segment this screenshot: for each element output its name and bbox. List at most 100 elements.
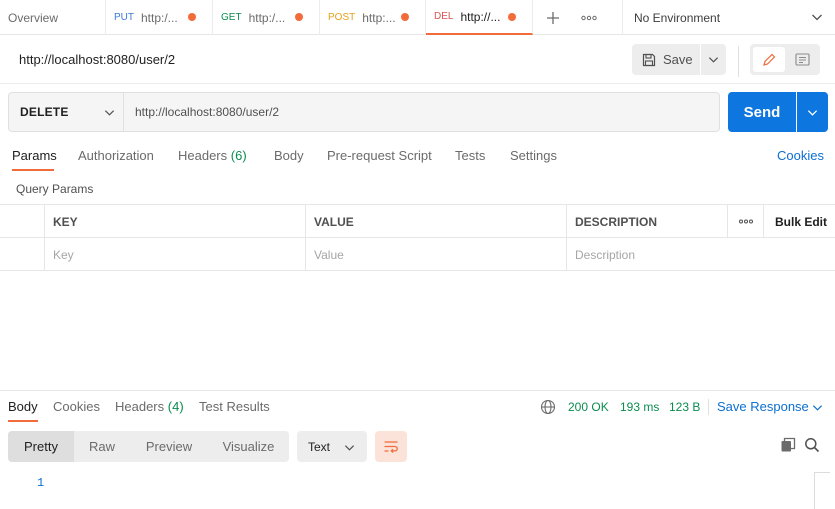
response-tab-test-results[interactable]: Test Results	[199, 399, 270, 414]
tab-post-request[interactable]: POST http:...	[320, 0, 426, 35]
tab-delete-request[interactable]: DEL http://...	[426, 0, 533, 35]
edit-mode-button[interactable]	[753, 47, 785, 72]
copy-icon[interactable]	[780, 437, 796, 453]
divider	[738, 46, 739, 77]
description-column-header: DESCRIPTION	[567, 205, 728, 238]
unsaved-dot-icon	[401, 13, 409, 21]
key-column-header: KEY	[45, 205, 306, 238]
tab-headers-label: Headers	[178, 148, 228, 163]
tab-method-del: DEL	[434, 11, 454, 22]
checkbox-column-header	[0, 205, 45, 238]
save-label: Save	[663, 52, 693, 67]
save-options-button[interactable]	[701, 44, 726, 75]
environment-select[interactable]: No Environment	[622, 0, 835, 35]
headers-count-badge: (6)	[230, 148, 247, 163]
cookies-link[interactable]: Cookies	[777, 148, 824, 163]
format-preview[interactable]: Preview	[130, 431, 208, 462]
save-button[interactable]: Save	[632, 44, 700, 75]
line-number: 1	[37, 476, 45, 490]
search-icon[interactable]	[804, 437, 820, 453]
row-checkbox-cell	[0, 238, 45, 271]
plus-icon	[547, 11, 559, 24]
tab-tests[interactable]: Tests	[455, 148, 485, 163]
response-headers-count: (4)	[167, 399, 184, 414]
new-tab-button[interactable]	[540, 0, 566, 35]
tab-method-put: PUT	[114, 12, 134, 23]
tab-bar: Overview PUT http:/... GET http:/... POS…	[0, 0, 835, 35]
key-input[interactable]: Key	[45, 238, 306, 271]
scrollbar[interactable]	[814, 472, 830, 509]
tab-url: http:...	[362, 10, 396, 25]
unsaved-dot-icon	[188, 13, 196, 21]
chevron-down-icon	[104, 110, 115, 116]
description-input[interactable]: Description	[567, 238, 835, 271]
request-title-bar: http://localhost:8080/user/2 Save	[0, 36, 835, 84]
response-type-select[interactable]: Text	[297, 431, 367, 462]
active-tab-indicator	[12, 169, 54, 171]
document-icon	[794, 53, 810, 66]
tab-put-request[interactable]: PUT http:/...	[106, 0, 213, 35]
format-visualize[interactable]: Visualize	[208, 431, 289, 462]
request-tabs: Params Authorization Headers (6) Body Pr…	[0, 140, 835, 172]
response-tab-headers[interactable]: Headers (4)	[115, 399, 184, 414]
save-response-button[interactable]: Save Response	[717, 399, 809, 414]
environment-label: No Environment	[634, 10, 721, 25]
bulk-edit-button[interactable]: Bulk Edit	[764, 205, 835, 238]
send-options-button[interactable]	[797, 92, 828, 132]
tab-url: http:/...	[248, 10, 286, 25]
globe-icon[interactable]	[540, 399, 556, 415]
tab-settings[interactable]: Settings	[510, 148, 557, 163]
response-time[interactable]: 193 ms	[620, 400, 659, 414]
chevron-down-icon[interactable]	[812, 402, 823, 413]
response-headers-label: Headers	[115, 399, 165, 414]
unsaved-dot-icon	[295, 13, 303, 21]
divider	[708, 399, 709, 415]
documentation-mode-button[interactable]	[786, 47, 818, 72]
tab-url: http://...	[460, 9, 501, 24]
send-label: Send	[743, 103, 781, 121]
tab-body[interactable]: Body	[274, 148, 304, 163]
table-row: Key Value Description	[0, 238, 835, 271]
status-code[interactable]: 200 OK	[568, 400, 609, 414]
tab-overview-label: Overview	[8, 10, 59, 25]
response-tab-cookies[interactable]: Cookies	[53, 399, 100, 414]
response-type-label: Text	[308, 439, 331, 454]
response-size[interactable]: 123 B	[669, 400, 700, 414]
value-input[interactable]: Value	[306, 238, 567, 271]
response-format-tabs: Pretty Raw Preview Visualize	[8, 431, 289, 462]
query-params-table: KEY VALUE DESCRIPTION Bulk Edit Key Valu…	[0, 204, 835, 271]
response-divider[interactable]	[0, 390, 835, 391]
more-dots-icon	[581, 15, 597, 20]
tab-overview[interactable]: Overview	[0, 0, 106, 35]
active-tab-indicator	[8, 420, 38, 422]
format-raw[interactable]: Raw	[74, 431, 130, 462]
response-tab-body[interactable]: Body	[8, 399, 38, 414]
request-name[interactable]: http://localhost:8080/user/2	[19, 52, 175, 67]
more-tabs-button[interactable]	[576, 0, 602, 35]
http-method-label: DELETE	[20, 105, 69, 119]
send-button[interactable]: Send	[728, 92, 796, 132]
tab-pre-request-script[interactable]: Pre-request Script	[327, 148, 432, 163]
chevron-down-icon	[812, 14, 822, 21]
tab-headers[interactable]: Headers (6)	[178, 148, 247, 163]
tab-authorization[interactable]: Authorization	[78, 148, 154, 163]
tab-url: http:/...	[141, 10, 178, 25]
wrap-lines-icon	[384, 440, 398, 453]
column-options-button[interactable]	[728, 205, 764, 238]
tab-method-post: POST	[328, 12, 356, 23]
tab-method-get: GET	[221, 12, 242, 23]
save-icon	[642, 53, 656, 66]
response-tabs: Body Cookies Headers (4) Test Results 20…	[0, 392, 835, 422]
http-method-select[interactable]: DELETE	[9, 93, 124, 131]
more-dots-icon	[738, 219, 753, 224]
pencil-icon	[763, 53, 776, 66]
query-params-title: Query Params	[16, 182, 94, 196]
url-input[interactable]	[125, 93, 719, 131]
tab-get-request[interactable]: GET http:/...	[213, 0, 320, 35]
format-pretty[interactable]: Pretty	[8, 431, 74, 462]
unsaved-dot-icon	[508, 13, 516, 21]
chevron-down-icon	[807, 109, 818, 116]
request-url-bar: DELETE	[8, 92, 720, 132]
tab-params[interactable]: Params	[12, 148, 57, 163]
wrap-lines-button[interactable]	[375, 431, 407, 462]
